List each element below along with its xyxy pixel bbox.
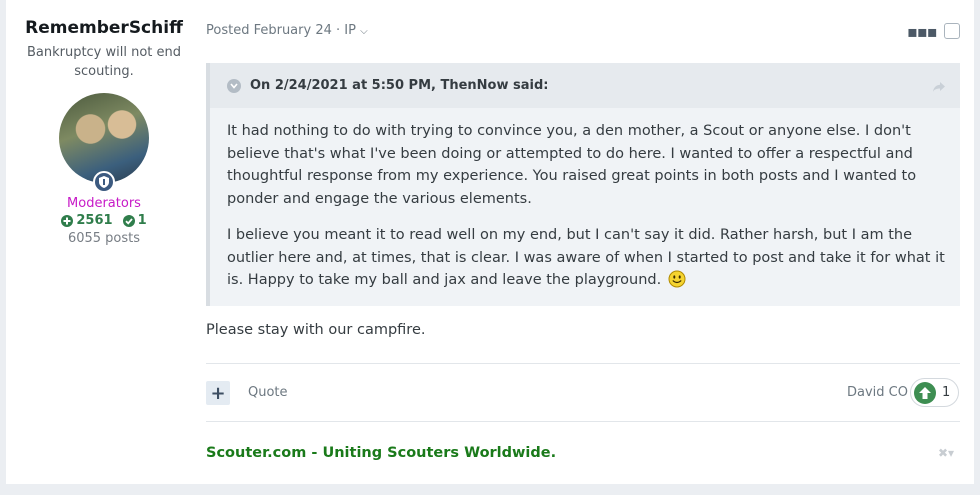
post-date[interactable]: Posted February 24 · IP [206, 23, 356, 38]
reputation-count: 2561 [76, 213, 113, 228]
smiley-icon [668, 270, 686, 296]
quote-block: On 2/24/2021 at 5:50 PM, ThenNow said: I… [206, 63, 960, 306]
reaction-user[interactable]: David CO [847, 385, 908, 400]
author-stats: 2561 1 [18, 213, 190, 228]
avatar[interactable] [59, 93, 149, 183]
upvote-icon[interactable] [914, 382, 936, 404]
multimod-checkbox[interactable] [944, 23, 960, 39]
author-panel: RememberSchiff Bankruptcy will not end s… [18, 18, 190, 246]
divider [206, 421, 960, 422]
post-meta[interactable]: Posted February 24 · IP ⌵ [206, 23, 368, 38]
reaction-count: 1 [942, 385, 951, 400]
quote-paragraph-2: I believe you meant it to read well on m… [227, 224, 947, 296]
shield-icon [99, 176, 109, 188]
author-group: Moderators [67, 196, 141, 211]
quote-body: It had nothing to do with trying to conv… [227, 120, 947, 310]
solutions-count: 1 [137, 213, 147, 228]
chevron-down-icon[interactable]: ⌵ [360, 26, 368, 37]
avatar-container [59, 93, 149, 193]
quote-paragraph-1: It had nothing to do with trying to conv… [227, 123, 917, 207]
quote-header: On 2/24/2021 at 5:50 PM, ThenNow said: [210, 63, 960, 108]
multiquote-button[interactable]: + [206, 381, 230, 405]
plus-circle-icon [61, 214, 74, 227]
ellipsis-icon[interactable]: ▪▪▪ [907, 22, 938, 41]
post-reply-text: Please stay with our campfire. [206, 322, 426, 338]
signature: Scouter.com - Uniting Scouters Worldwide… [206, 445, 557, 461]
reputation-stat: 2561 [61, 213, 113, 228]
quote-paragraph-2-text: I believe you meant it to read well on m… [227, 227, 945, 288]
quote-button[interactable]: Quote [248, 385, 288, 400]
reaction-button[interactable]: 1 [910, 378, 959, 407]
chevron-down-icon[interactable] [227, 78, 241, 93]
share-icon[interactable] [932, 78, 946, 97]
divider [206, 363, 960, 364]
author-post-count: 6055 posts [67, 231, 141, 246]
moderator-badge [93, 171, 115, 193]
check-circle-icon [122, 214, 135, 227]
author-username[interactable]: RememberSchiff [18, 18, 190, 38]
author-tagline: Bankruptcy will not end scouting. [26, 45, 182, 79]
signature-options-icon[interactable]: ✖▾ [938, 446, 954, 460]
quote-citation[interactable]: On 2/24/2021 at 5:50 PM, ThenNow said: [250, 78, 549, 93]
solutions-stat: 1 [122, 213, 147, 228]
